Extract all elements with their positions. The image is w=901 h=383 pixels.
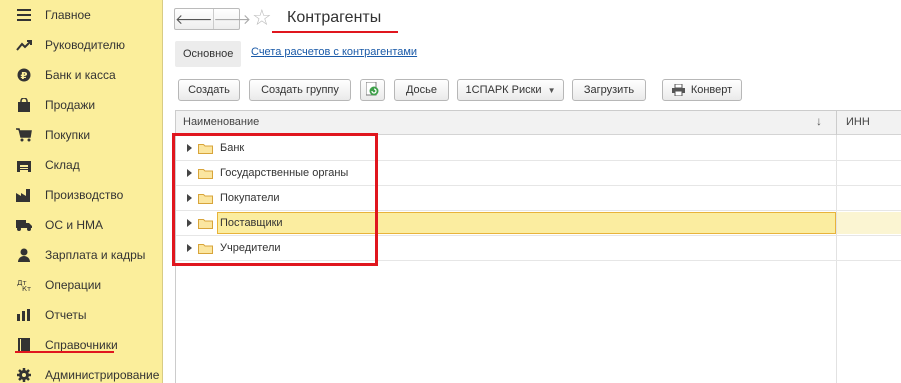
table-header: Наименование ↓ ИНН: [176, 111, 901, 135]
warehouse-icon: [14, 155, 34, 175]
truck-icon: [14, 215, 34, 235]
sidebar-item-sales[interactable]: Продажи: [0, 90, 163, 120]
annotation-underline: [272, 31, 398, 33]
sidebar-item-admin[interactable]: Администрирование: [0, 360, 163, 383]
row-selection: [837, 212, 901, 234]
sidebar-item-label: Главное: [45, 8, 91, 22]
tab-settlement-accounts[interactable]: Счета расчетов с контрагентами: [251, 46, 417, 58]
svg-text:₽: ₽: [21, 71, 28, 82]
sidebar-item-label: Руководителю: [45, 38, 126, 52]
envelope-label: Конверт: [690, 84, 733, 96]
sidebar-item-label: Зарплата и кадры: [45, 248, 146, 262]
sidebar-item-label: Покупки: [45, 128, 91, 142]
sidebar-item-reports[interactable]: Отчеты: [0, 300, 163, 330]
sidebar-item-label: Банк и касса: [45, 68, 116, 82]
annotation-underline: [15, 351, 114, 353]
sidebar-item-bank[interactable]: ₽ Банк и касса: [0, 60, 163, 90]
back-button[interactable]: 🡐: [175, 9, 213, 29]
spark-risks-dropdown[interactable]: 1СПАРК Риски ▼: [457, 79, 564, 101]
shopping-cart-icon: [14, 125, 34, 145]
svg-text:Кт: Кт: [22, 285, 31, 292]
create-group-button[interactable]: Создать группу: [249, 79, 351, 101]
sidebar-item-salary[interactable]: Зарплата и кадры: [0, 240, 163, 270]
sidebar-item-label: Операции: [45, 278, 102, 292]
page-title: Контрагенты: [287, 9, 382, 26]
load-button[interactable]: Загрузить: [572, 79, 646, 101]
sidebar-item-label: Администрирование: [45, 368, 160, 382]
sidebar-item-warehouse[interactable]: Склад: [0, 150, 163, 180]
gear-icon: [14, 365, 34, 383]
sidebar-item-label: Производство: [45, 188, 124, 202]
history-nav: 🡐 🡒: [174, 8, 251, 30]
coin-icon: ₽: [14, 65, 34, 85]
debit-credit-icon: Дт Кт: [14, 275, 34, 295]
sidebar-item-label: Отчеты: [45, 308, 87, 322]
shopping-bag-icon: [14, 95, 34, 115]
printer-icon: [671, 84, 685, 96]
sort-down-icon[interactable]: ↓: [816, 114, 822, 128]
sidebar-item-references[interactable]: Справочники: [0, 330, 163, 360]
sidebar-item-label: ОС и НМА: [45, 218, 104, 232]
column-header-inn[interactable]: ИНН: [846, 116, 870, 128]
envelope-button[interactable]: Конверт: [662, 79, 742, 101]
annotation-highlight-box: [172, 133, 378, 266]
spark-risks-label: 1СПАРК Риски: [465, 84, 542, 96]
column-divider[interactable]: [836, 111, 837, 135]
forward-button[interactable]: 🡒: [212, 9, 251, 29]
dossier-button[interactable]: Досье: [394, 79, 449, 101]
sidebar-item-purchases[interactable]: Покупки: [0, 120, 163, 150]
refresh-icon: [365, 81, 379, 99]
sidebar-item-manager[interactable]: Руководителю: [0, 30, 163, 60]
sidebar-item-main[interactable]: Главное: [0, 0, 163, 30]
refresh-button[interactable]: [360, 79, 385, 101]
bar-chart-icon: [14, 305, 34, 325]
factory-icon: [14, 185, 34, 205]
sidebar-item-assets[interactable]: ОС и НМА: [0, 210, 163, 240]
sidebar-item-label: Склад: [45, 158, 80, 172]
sidebar-item-operations[interactable]: Дт Кт Операции: [0, 270, 163, 300]
column-header-name[interactable]: Наименование: [183, 116, 259, 128]
tab-main[interactable]: Основное: [175, 41, 242, 67]
menu-lines-icon: [14, 5, 34, 25]
sidebar-item-label: Продажи: [45, 98, 96, 112]
sidebar-item-label: Справочники: [45, 338, 118, 352]
favorite-star-icon[interactable]: ☆: [252, 6, 272, 30]
person-icon: [14, 245, 34, 265]
trend-chart-icon: [14, 35, 34, 55]
sidebar-item-production[interactable]: Производство: [0, 180, 163, 210]
create-button[interactable]: Создать: [178, 79, 240, 101]
chevron-down-icon: ▼: [547, 85, 556, 95]
sidebar: Главное Руководителю ₽ Банк и касса Прод…: [0, 0, 163, 383]
